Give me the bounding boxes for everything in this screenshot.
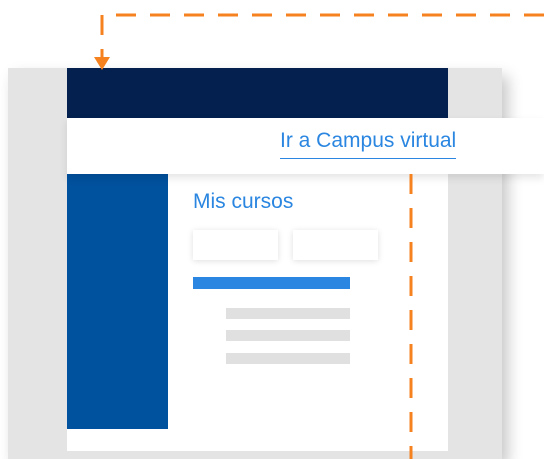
course-highlight-bar xyxy=(193,277,350,289)
placeholder-line xyxy=(226,353,350,364)
callout-bar: Ir a Campus virtual xyxy=(67,118,544,174)
course-card[interactable] xyxy=(293,230,378,260)
campus-virtual-link[interactable]: Ir a Campus virtual xyxy=(280,129,457,159)
window-header xyxy=(67,68,448,118)
section-title: Mis cursos xyxy=(193,190,294,213)
sidebar xyxy=(67,174,168,429)
placeholder-line xyxy=(226,308,350,319)
top-dashed-connector xyxy=(100,13,544,58)
course-card[interactable] xyxy=(193,230,278,260)
placeholder-line xyxy=(226,330,350,341)
